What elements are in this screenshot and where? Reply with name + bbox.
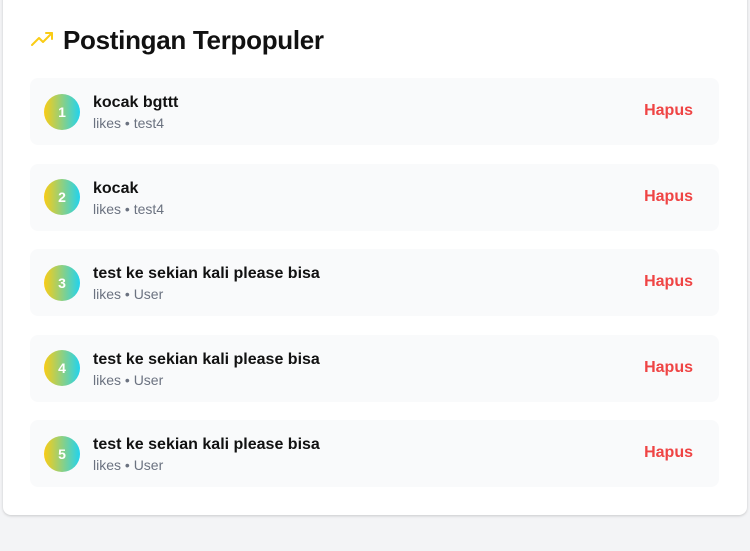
- list-item: 3 test ke sekian kali please bisa likes …: [30, 249, 719, 316]
- page-title: Postingan Terpopuler: [63, 24, 324, 55]
- post-title: test ke sekian kali please bisa: [93, 436, 320, 453]
- post-meta: likes • test4: [93, 200, 165, 217]
- popular-posts-card: Postingan Terpopuler 1 kocak bgttt likes…: [3, 0, 747, 515]
- post-title: kocak: [93, 179, 139, 197]
- delete-button[interactable]: Hapus: [644, 358, 693, 378]
- rank-badge: 4: [44, 350, 80, 386]
- rank-badge: 1: [44, 93, 80, 130]
- delete-button[interactable]: Hapus: [644, 443, 693, 463]
- trending-up-icon: [30, 28, 54, 52]
- post-info: kocak bgttt likes • test4: [93, 93, 178, 132]
- post-info: test ke sekian kali please bisa likes • …: [93, 350, 320, 389]
- popular-posts-list: 1 kocak bgttt likes • test4 Hapus 2 koca…: [30, 78, 719, 506]
- list-item: 5 test ke sekian kali please bisa likes …: [30, 420, 719, 487]
- rank-badge: 3: [44, 264, 80, 301]
- list-item: 4 test ke sekian kali please bisa likes …: [30, 334, 719, 402]
- post-info: test ke sekian kali please bisa likes • …: [93, 435, 320, 474]
- delete-button[interactable]: Hapus: [644, 272, 693, 292]
- post-meta: likes • test4: [93, 115, 165, 131]
- post-meta: likes • User: [93, 286, 164, 302]
- list-item: 1 kocak bgttt likes • test4 Hapus: [30, 78, 719, 145]
- rank-badge: 2: [44, 179, 80, 215]
- post-info: test ke sekian kali please bisa likes • …: [93, 264, 320, 303]
- list-item: 2 kocak likes • test4 Hapus: [30, 163, 719, 231]
- rank-badge: 5: [44, 435, 80, 472]
- post-title: test ke sekian kali please bisa: [93, 265, 320, 282]
- post-info: kocak likes • test4: [93, 179, 164, 218]
- post-title: kocak bgttt: [93, 94, 179, 111]
- delete-button[interactable]: Hapus: [644, 187, 693, 207]
- delete-button[interactable]: Hapus: [644, 101, 693, 121]
- post-title: test ke sekian kali please bisa: [93, 350, 320, 368]
- post-meta: likes • User: [93, 371, 164, 388]
- card-header: Postingan Terpopuler: [30, 22, 324, 58]
- post-meta: likes • User: [93, 457, 164, 473]
